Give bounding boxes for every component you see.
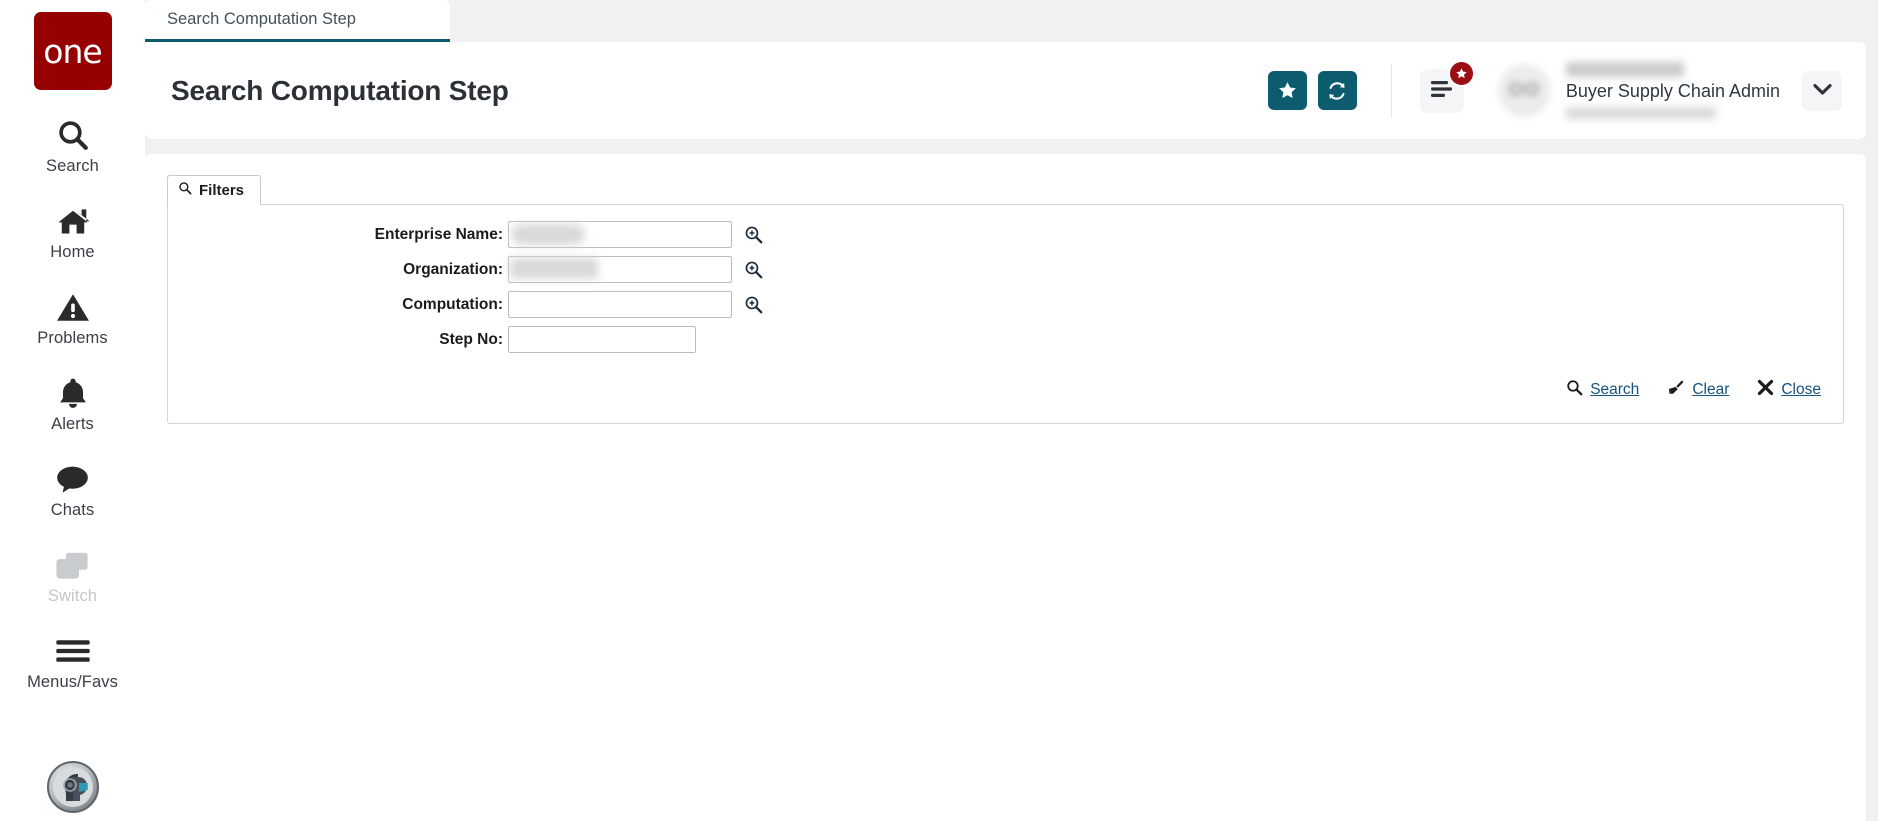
refresh-button[interactable] — [1318, 71, 1357, 110]
chevron-down-icon — [1813, 83, 1832, 99]
one-logo-text: one — [43, 35, 101, 68]
sidebar-item-menus-favs[interactable]: Menus/Favs — [0, 632, 145, 692]
left-nav-rail: one Search Home Problems Alerts — [0, 0, 145, 821]
list-menu-icon — [1431, 80, 1453, 101]
sidebar-item-chats[interactable]: Chats — [0, 460, 145, 520]
search-icon — [1566, 379, 1583, 401]
search-icon — [178, 181, 192, 200]
main-column: Search Computation Step Search Computati… — [145, 0, 1878, 821]
filter-label-enterprise-name: Enterprise Name: — [168, 226, 508, 244]
step-no-input[interactable] — [508, 326, 696, 353]
tab-label: Search Computation Step — [167, 10, 356, 29]
avatar: OO — [1498, 64, 1551, 117]
enterprise-name-lookup-icon[interactable] — [744, 225, 763, 244]
sidebar-item-alerts-label: Alerts — [51, 415, 94, 434]
sidebar-item-alerts[interactable]: Alerts — [0, 374, 145, 434]
close-action-label: Close — [1781, 381, 1821, 399]
user-email — [1566, 107, 1716, 119]
user-menu[interactable]: OO Buyer Supply Chain Admin — [1498, 62, 1842, 119]
sidebar-item-problems-label: Problems — [37, 329, 108, 348]
broom-icon — [1667, 379, 1685, 401]
close-icon — [1757, 379, 1774, 401]
bell-icon — [57, 374, 89, 412]
search-action[interactable]: Search — [1566, 379, 1639, 401]
chat-icon — [55, 460, 90, 498]
avatar-initials: OO — [1509, 80, 1541, 102]
filter-row-computation: Computation: — [168, 291, 1843, 318]
filter-label-organization: Organization: — [168, 261, 508, 279]
sidebar-item-switch[interactable]: Switch — [0, 546, 145, 606]
filter-actions: Search Clear Close — [168, 361, 1843, 411]
robot-assistant-avatar[interactable] — [47, 761, 99, 813]
filters-tab-label: Filters — [199, 182, 244, 199]
home-icon — [55, 202, 91, 240]
sidebar-item-chats-label: Chats — [51, 501, 95, 520]
sidebar-item-menus-favs-label: Menus/Favs — [27, 673, 118, 692]
sidebar-item-problems[interactable]: Problems — [0, 288, 145, 348]
enterprise-name-input[interactable] — [508, 221, 732, 248]
user-name — [1566, 62, 1684, 77]
menu-button-wrap — [1420, 69, 1464, 113]
user-info: Buyer Supply Chain Admin — [1566, 62, 1780, 119]
user-menu-caret-button[interactable] — [1802, 71, 1842, 111]
warning-icon — [56, 288, 90, 326]
computation-input[interactable] — [508, 291, 732, 318]
clear-action-label: Clear — [1692, 381, 1729, 399]
one-logo[interactable]: one — [34, 12, 112, 90]
sidebar-item-home[interactable]: Home — [0, 202, 145, 262]
filter-row-step-no: Step No: — [168, 326, 1843, 353]
organization-input-wrap — [508, 256, 732, 283]
sidebar-item-home-label: Home — [50, 243, 94, 262]
favorite-button[interactable] — [1268, 71, 1307, 110]
search-action-label: Search — [1590, 381, 1639, 399]
search-icon — [56, 116, 90, 154]
filter-row-organization: Organization: — [168, 256, 1843, 283]
star-badge-icon — [1448, 60, 1475, 87]
app-root: one Search Home Problems Alerts — [0, 0, 1878, 821]
header-divider — [1391, 64, 1392, 118]
computation-input-wrap — [508, 291, 732, 318]
content-card: Filters Enterprise Name: Organization: — [145, 154, 1866, 821]
refresh-icon — [1326, 80, 1348, 102]
star-icon — [1277, 80, 1298, 101]
filters-panel: Enterprise Name: Organization: — [167, 204, 1844, 424]
filter-label-computation: Computation: — [168, 296, 508, 314]
hamburger-icon — [55, 632, 91, 670]
card-gap — [145, 139, 1878, 154]
step-no-input-wrap — [508, 326, 696, 353]
user-role: Buyer Supply Chain Admin — [1566, 80, 1780, 103]
filters-tab-head: Filters — [167, 174, 1844, 204]
page-header-card: Search Computation Step — [145, 42, 1866, 139]
computation-lookup-icon[interactable] — [744, 295, 763, 314]
tab-search-computation-step[interactable]: Search Computation Step — [145, 0, 450, 42]
sidebar-item-switch-label: Switch — [48, 587, 97, 606]
close-action[interactable]: Close — [1757, 379, 1821, 401]
tab-strip: Search Computation Step — [145, 0, 1878, 42]
sidebar-item-search-label: Search — [46, 157, 99, 176]
sidebar-item-search[interactable]: Search — [0, 116, 145, 176]
enterprise-name-input-wrap — [508, 221, 732, 248]
organization-lookup-icon[interactable] — [744, 260, 763, 279]
filter-label-step-no: Step No: — [168, 331, 508, 349]
filter-row-enterprise-name: Enterprise Name: — [168, 221, 1843, 248]
filters-tab[interactable]: Filters — [167, 175, 261, 205]
switch-icon — [56, 546, 89, 584]
clear-action[interactable]: Clear — [1667, 379, 1729, 401]
page-title: Search Computation Step — [171, 75, 509, 107]
organization-input[interactable] — [508, 256, 732, 283]
